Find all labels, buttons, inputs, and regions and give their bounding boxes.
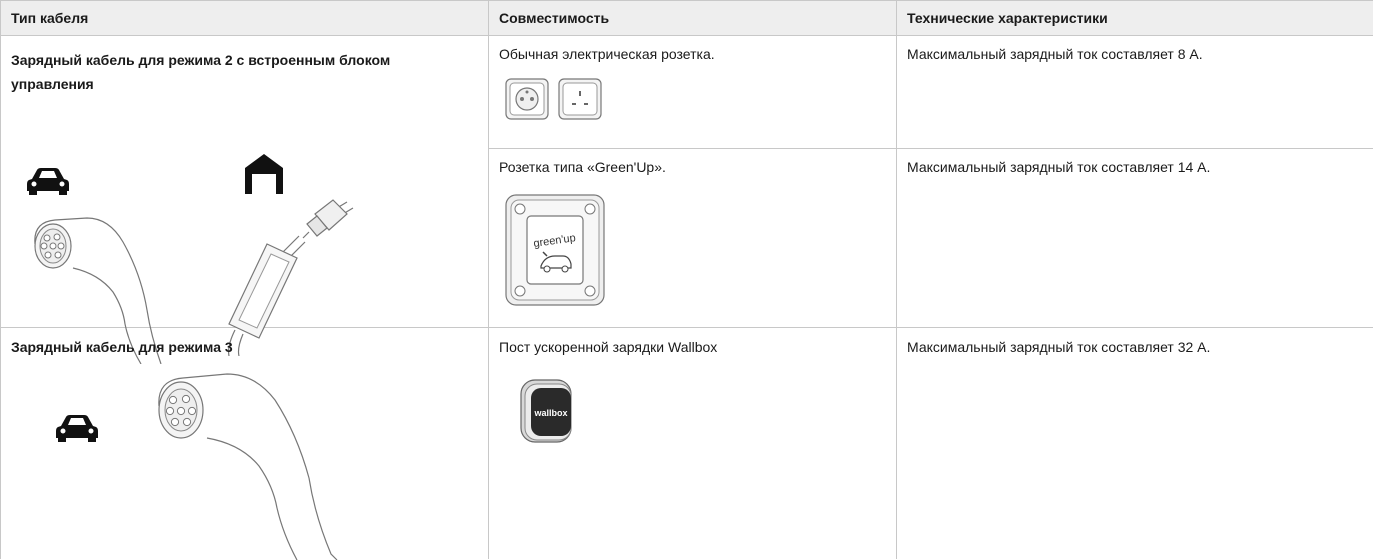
header-compatibility: Совместимость (489, 1, 897, 36)
cell-spec-14a: Максимальный зарядный ток составляет 14 … (897, 149, 1373, 328)
cell-compat-standard-socket: Обычная электрическая розетка. (489, 36, 897, 149)
table-row: Зарядный кабель для режима 3 (1, 328, 1373, 559)
table-row: Зарядный кабель для режима 2 с встроенны… (1, 36, 1373, 149)
compat-greenup-text: Розетка типа «Green'Up». (499, 155, 666, 179)
spec-8a-text: Максимальный зарядный ток составляет 8 A… (907, 42, 1203, 66)
cell-cable-type-mode3: Зарядный кабель для режима 3 (1, 328, 489, 559)
french-socket-icon (505, 78, 549, 120)
type2-connector-icon (151, 370, 361, 560)
spec-14a-text: Максимальный зарядный ток составляет 14 … (907, 155, 1210, 179)
wallbox-brand-label: wallbox (533, 408, 567, 418)
greenup-socket-icon: green'up (505, 194, 605, 306)
garage-icon (245, 154, 283, 194)
cell-spec-32a: Максимальный зарядный ток составляет 32 … (897, 328, 1373, 559)
uk-socket-icon (558, 78, 602, 120)
header-specifications: Технические характеристики (897, 1, 1373, 36)
compat-wallbox-text: Пост ускоренной зарядки Wallbox (499, 335, 717, 359)
cable-type-label: Зарядный кабель для режима 3 (11, 335, 233, 359)
spec-32a-text: Максимальный зарядный ток составляет 32 … (907, 335, 1210, 359)
charging-cables-table: Тип кабеля Совместимость Технические хар… (0, 0, 1373, 559)
car-icon (26, 167, 70, 195)
compat-standard-socket-text: Обычная электрическая розетка. (499, 42, 715, 66)
cell-spec-8a: Максимальный зарядный ток составляет 8 A… (897, 36, 1373, 149)
cell-compat-greenup: Розетка типа «Green'Up». green'up (489, 149, 897, 328)
wallbox-icon: wallbox (519, 378, 575, 444)
header-cable-type: Тип кабеля (1, 1, 489, 36)
car-icon (55, 414, 99, 442)
cell-compat-wallbox: Пост ускоренной зарядки Wallbox wallbox (489, 328, 897, 559)
table-header-row: Тип кабеля Совместимость Технические хар… (1, 1, 1373, 36)
cable-type-label: Зарядный кабель для режима 2 с встроенны… (11, 48, 451, 96)
cell-cable-type-mode2: Зарядный кабель для режима 2 с встроенны… (1, 36, 489, 328)
